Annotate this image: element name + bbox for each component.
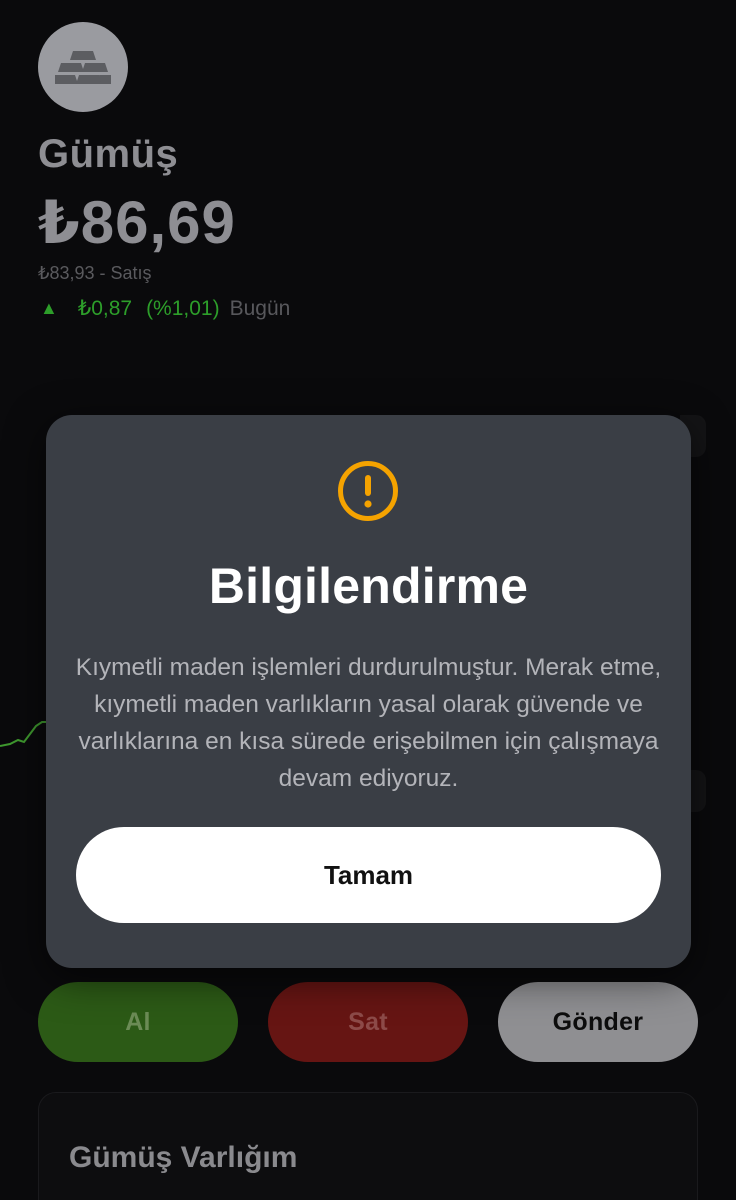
sell-button[interactable]: Sat — [268, 982, 468, 1062]
warning-icon — [338, 461, 398, 521]
sell-price-line: ₺83,93 - Satış — [38, 263, 152, 283]
asset-name: Gümüş — [38, 132, 179, 176]
info-dialog: Bilgilendirme Kıymetli maden işlemleri d… — [46, 415, 691, 968]
dialog-title: Bilgilendirme — [208, 558, 529, 614]
action-buttons: Al Sat Gönder — [38, 982, 698, 1062]
ok-button[interactable]: Tamam — [76, 827, 661, 923]
change-percent: (%1,01) — [146, 296, 220, 320]
change-amount: ₺0,87 — [77, 297, 133, 320]
asset-price: ₺86,69 — [38, 189, 236, 256]
asset-detail-screen: Gümüş ₺86,69 ₺83,93 - Satış ▲ ₺0,87 (%1,… — [0, 0, 736, 1200]
silver-bars-icon — [38, 22, 128, 112]
daily-change: ▲ ₺0,87 (%1,01) Bugün — [40, 296, 290, 321]
send-button[interactable]: Gönder — [498, 982, 698, 1062]
buy-button[interactable]: Al — [38, 982, 238, 1062]
change-period: Bugün — [229, 296, 291, 320]
holdings-title: Gümüş Varlığım — [69, 1141, 298, 1174]
up-arrow-icon: ▲ — [40, 298, 58, 318]
silver-bars-icon-graphic — [55, 51, 111, 84]
dialog-message: Kıymetli maden işlemleri durdurulmuştur.… — [75, 654, 662, 792]
holdings-card[interactable]: Gümüş Varlığım — [38, 1092, 698, 1200]
